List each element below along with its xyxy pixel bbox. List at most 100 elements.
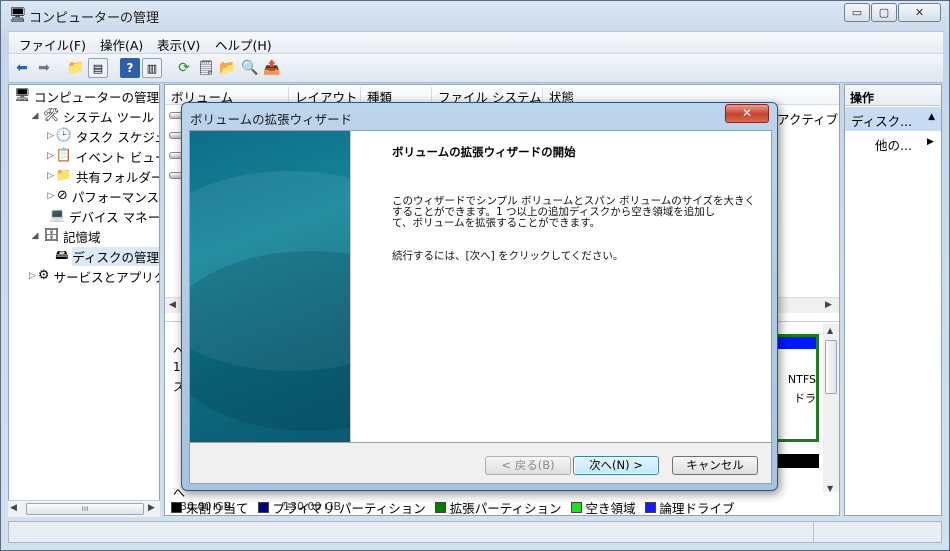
- unallocated-block[interactable]: [773, 454, 819, 468]
- actions-more-label: 他の...: [875, 138, 912, 153]
- collapsed-arrow-icon[interactable]: ▷: [47, 131, 54, 141]
- tree-node[interactable]: ▷ 📁 共有フォルダー: [9, 166, 159, 186]
- scroll-right-arrow-icon[interactable]: ▶: [148, 503, 155, 513]
- partition-block[interactable]: NTFS ドラ: [773, 334, 819, 442]
- tree-node[interactable]: ◢ 🗄 記憶域: [9, 226, 159, 246]
- actions-more[interactable]: 他の... ▶: [875, 135, 934, 154]
- scroll-up-arrow-icon[interactable]: ▲: [827, 326, 833, 335]
- tree-node-icon: ⊘: [56, 188, 68, 203]
- tree-node[interactable]: ▷ 📋 イベント ビュー: [9, 146, 159, 166]
- actions-disk-management[interactable]: ディスク... ▲: [845, 107, 941, 131]
- menu-action[interactable]: 操作(A): [100, 35, 143, 54]
- collapsed-arrow-icon[interactable]: ▷: [29, 271, 36, 281]
- menu-help[interactable]: ヘルプ(H): [215, 35, 272, 54]
- tree-node-label: 記憶域: [63, 229, 101, 245]
- tree-node[interactable]: 🖥 コンピューターの管理: [9, 86, 159, 106]
- tree-node-icon: 🕒: [55, 128, 73, 143]
- legend-label: 空き領域: [585, 500, 636, 516]
- tree-node-label: イベント ビュー: [75, 149, 160, 165]
- window-title: コンピューターの管理: [29, 11, 160, 26]
- up-folder-icon[interactable]: 📁: [66, 58, 86, 78]
- tree-node-icon: 📁: [55, 168, 73, 183]
- tree-horizontal-scrollbar[interactable]: ◀ ııı ▶: [8, 500, 160, 517]
- export-icon[interactable]: 📤: [262, 58, 282, 78]
- status-divider: [813, 522, 814, 542]
- scroll-right-arrow-icon[interactable]: ▶: [825, 300, 832, 310]
- scroll-thumb[interactable]: [825, 340, 837, 394]
- scroll-left-arrow-icon[interactable]: ◀: [10, 503, 17, 513]
- legend-label: 論理ドライブ: [659, 500, 735, 516]
- tree-node[interactable]: ▷ ⊘ パフォーマンス: [9, 186, 159, 206]
- menu-file[interactable]: ファイル(F): [19, 35, 86, 54]
- computer-management-icon: 🖥: [9, 7, 27, 23]
- maximize-button[interactable]: ▢: [871, 3, 897, 22]
- scroll-thumb[interactable]: ııı: [26, 503, 144, 515]
- toolbar: ⬅ ➡ 📁 ▤ ? ▥ ⟳ 🗒 📂 🔍 📤: [9, 54, 943, 83]
- close-button[interactable]: ✕: [898, 3, 941, 22]
- actions-pane: 操作 ディスク... ▲ 他の... ▶: [844, 84, 942, 516]
- collapsed-arrow-icon[interactable]: ▷: [47, 171, 54, 181]
- tree-node[interactable]: ◢ 🛠 システム ツール: [9, 106, 159, 126]
- back-button[interactable]: < 戻る(B): [485, 456, 571, 475]
- tree-node-label: デバイス マネー: [69, 209, 160, 225]
- status-bar: [8, 521, 942, 543]
- help-icon[interactable]: ?: [120, 58, 140, 78]
- tree-node-icon: 🛠: [43, 108, 60, 123]
- legend-label: 未割り当て: [186, 500, 249, 516]
- expanded-arrow-icon[interactable]: ◢: [29, 231, 41, 241]
- collapsed-arrow-icon[interactable]: ▷: [47, 151, 54, 161]
- back-icon[interactable]: ⬅: [12, 58, 32, 78]
- menu-view[interactable]: 表示(V): [157, 35, 200, 54]
- tree-node[interactable]: ▷ 🕒 タスク スケジュ: [9, 126, 159, 146]
- legend-swatch: [434, 501, 446, 513]
- legend-label: プライマリ パーティション: [272, 500, 426, 516]
- forward-icon[interactable]: ➡: [34, 58, 54, 78]
- tree-node[interactable]: 💻 デバイス マネー: [9, 206, 159, 226]
- tree-node-icon: 💻: [49, 208, 66, 223]
- minimize-button[interactable]: ▭: [844, 3, 870, 22]
- legend-swatch: [171, 501, 182, 513]
- actions-header: 操作: [845, 85, 941, 106]
- search-icon[interactable]: 🔍: [240, 58, 260, 78]
- show-action-icon[interactable]: ▥: [142, 58, 162, 78]
- menu-bar: ファイル(F) 操作(A) 表示(V) ヘルプ(H): [9, 31, 943, 53]
- actions-disk-label: ディスク...: [851, 114, 913, 129]
- disk-vertical-scrollbar[interactable]: ▲ ▼: [823, 324, 839, 493]
- submenu-arrow-icon: ▶: [927, 137, 934, 147]
- tree-node-icon: 🖥: [13, 88, 31, 103]
- dialog-close-button[interactable]: ✕: [725, 104, 769, 123]
- show-tree-icon[interactable]: ▤: [88, 58, 108, 78]
- wizard-banner-image: [190, 131, 350, 442]
- legend-swatch: [257, 501, 269, 513]
- next-button[interactable]: 次へ(N) >: [573, 456, 659, 475]
- partition-filesystem: NTFS: [787, 373, 816, 386]
- status-active-text: アクティブ: [777, 112, 839, 127]
- collapsed-arrow-icon[interactable]: ▷: [47, 191, 55, 201]
- scroll-left-arrow-icon[interactable]: ◀: [169, 300, 176, 310]
- refresh-icon[interactable]: ⟳: [174, 58, 194, 78]
- navigation-tree: 🖥 コンピューターの管理 ◢ 🛠 システム ツール ▷ 🕒 タスク スケジュ ▷ 📋 イベント ビュ…: [8, 84, 160, 516]
- cancel-button[interactable]: キャンセル: [672, 456, 758, 475]
- tree-node-label: パフォーマンス: [71, 189, 159, 205]
- expanded-arrow-icon[interactable]: ◢: [29, 111, 41, 121]
- disk-label-fragment: 1: [173, 360, 181, 374]
- tree-node-label: システム ツール: [63, 109, 155, 125]
- dialog-client-area: ボリュームの拡張ウィザードの開始 このウィザードでシンプル ボリュームとスパン …: [189, 130, 772, 484]
- wizard-heading: ボリュームの拡張ウィザードの開始: [392, 145, 576, 159]
- tree-node-icon: 🗄: [43, 228, 60, 243]
- tree-node-label: ディスクの管理: [72, 246, 159, 266]
- extend-volume-wizard-dialog: ボリュームの拡張ウィザード ✕ ボリュームの拡張ウィザードの開始 このウィザード…: [181, 102, 778, 491]
- legend-swatch: [644, 501, 656, 513]
- tree-node-icon: 🖴: [55, 248, 69, 263]
- tree-node-icon: ⚙: [37, 268, 50, 283]
- scroll-down-arrow-icon[interactable]: ▼: [827, 484, 833, 493]
- title-bar[interactable]: 🖥 コンピューターの管理 ▭ ▢ ✕: [1, 1, 949, 29]
- tree-node-label: タスク スケジュ: [75, 129, 160, 145]
- tree-node[interactable]: ▷ ⚙ サービスとアプリク: [9, 266, 159, 286]
- properties-icon[interactable]: 🗒: [196, 58, 216, 78]
- tree-node-label: 共有フォルダー: [75, 169, 160, 185]
- collapse-up-icon[interactable]: ▲: [928, 112, 935, 122]
- tree-node[interactable]: 🖴 ディスクの管理: [9, 246, 159, 266]
- open-icon[interactable]: 📂: [218, 58, 238, 78]
- wizard-content: ボリュームの拡張ウィザードの開始 このウィザードでシンプル ボリュームとスパン …: [350, 131, 771, 442]
